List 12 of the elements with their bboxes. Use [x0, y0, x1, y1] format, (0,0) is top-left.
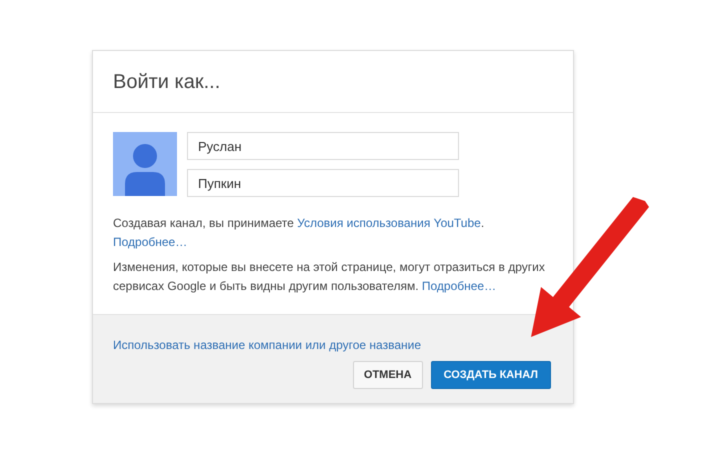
company-name-link[interactable]: Использовать название компании или другое название: [113, 338, 421, 352]
input-field[interactable]: Пупкин: [187, 169, 459, 197]
info-paragraph: Создавая канал, вы принимаете Условия использования YouTube. Подробнее…: [113, 215, 486, 251]
avatar-icon: [113, 132, 177, 196]
link[interactable]: Подробнее…: [422, 279, 496, 293]
link[interactable]: Условия использования YouTube: [297, 216, 481, 230]
dialog-title: Войти как...: [113, 70, 220, 94]
create-channel-button[interactable]: СОЗДАТЬ КАНАЛ: [430, 361, 551, 389]
link[interactable]: Подробнее…: [113, 235, 188, 249]
input-field[interactable]: Руслан: [187, 132, 459, 160]
cancel-button[interactable]: ОТМЕНА: [352, 361, 423, 389]
info-paragraph: Изменения, которые вы внесете на этой странице, могут отразиться в других сервисах Google и быть видны другим пользователям. Подробнее…: [113, 259, 546, 295]
